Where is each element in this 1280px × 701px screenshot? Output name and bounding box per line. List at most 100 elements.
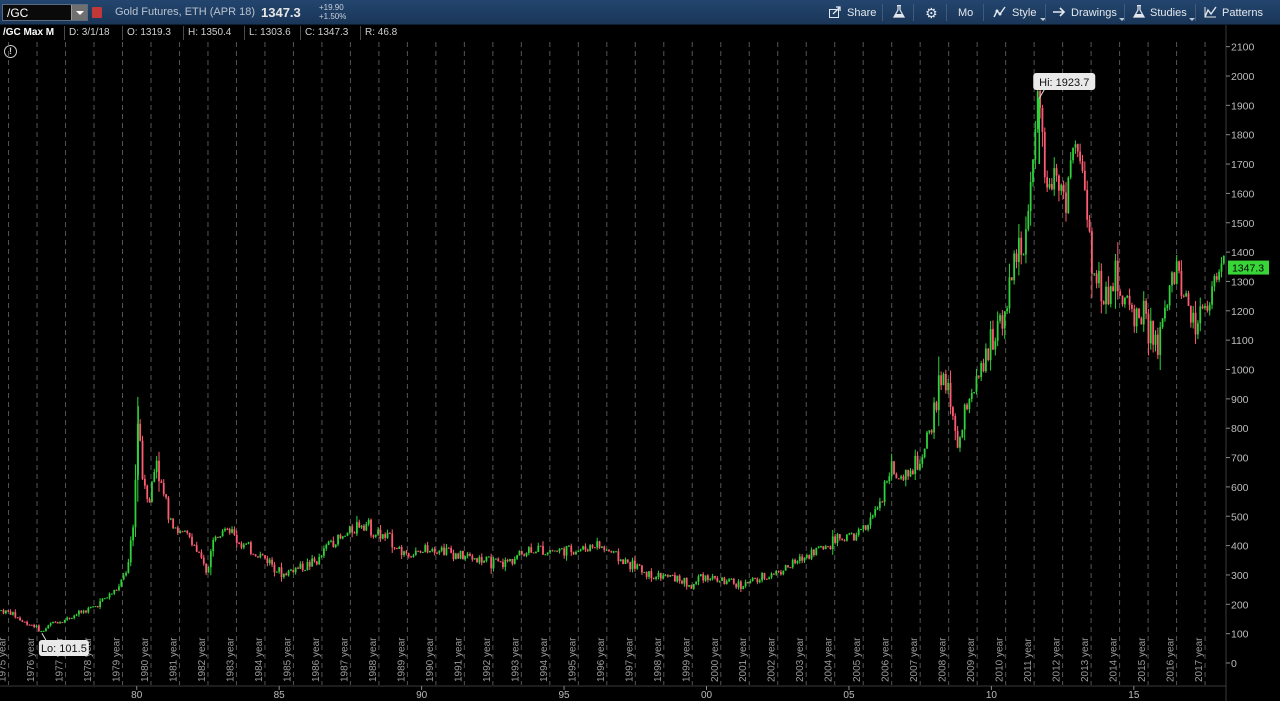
candle[interactable] [214,535,217,542]
candle[interactable] [332,536,335,548]
candle[interactable] [652,577,655,580]
candle[interactable] [80,609,83,614]
candle[interactable] [367,518,370,527]
candle[interactable] [504,557,507,572]
candle[interactable] [254,554,257,557]
candle[interactable] [732,577,735,585]
candle[interactable] [565,545,568,561]
candle[interactable] [426,541,429,554]
candle[interactable] [1206,300,1209,313]
candle[interactable] [1109,285,1112,308]
candle[interactable] [1079,143,1082,165]
candle[interactable] [271,557,273,568]
candle[interactable] [513,556,516,565]
candle[interactable] [42,630,45,632]
candle[interactable] [1043,127,1046,184]
candle[interactable] [1067,176,1070,214]
candle[interactable] [897,478,900,480]
candle[interactable] [37,624,40,632]
candle[interactable] [1131,302,1133,313]
candle[interactable] [857,527,860,537]
candle[interactable] [155,456,158,479]
candle[interactable] [709,577,712,582]
candle[interactable] [782,570,785,576]
candle[interactable] [584,543,587,552]
candle[interactable] [238,542,241,545]
candle[interactable] [864,525,867,531]
candle[interactable] [845,534,848,542]
candle[interactable] [735,583,738,590]
candle[interactable] [763,572,766,581]
candle[interactable] [388,532,391,535]
candle[interactable] [70,617,73,619]
candle[interactable] [970,388,973,403]
candle[interactable] [612,550,615,554]
candle[interactable] [874,506,877,518]
candle[interactable] [1081,154,1084,174]
candle[interactable] [113,589,116,596]
candle[interactable] [282,573,285,579]
candle[interactable] [999,313,1001,324]
candle[interactable] [400,545,403,559]
candle[interactable] [186,530,189,535]
candle[interactable] [848,532,851,536]
candle[interactable] [471,554,474,562]
candle[interactable] [520,550,523,555]
candle[interactable] [45,627,47,632]
candle[interactable] [106,597,109,599]
candle[interactable] [1020,231,1023,265]
candle[interactable] [122,572,125,581]
candle[interactable] [2,608,5,615]
candle[interactable] [664,574,667,577]
candle[interactable] [539,545,542,547]
candle[interactable] [754,577,756,580]
candle[interactable] [721,577,723,582]
candle[interactable] [207,566,210,573]
candle[interactable] [469,552,471,557]
candle[interactable] [1215,272,1218,283]
candle[interactable] [217,536,219,538]
candle[interactable] [739,580,742,592]
candle[interactable] [563,546,566,559]
candle[interactable] [294,567,297,575]
candle[interactable] [195,541,198,553]
candle[interactable] [1093,273,1096,277]
candle[interactable] [973,391,976,394]
candle[interactable] [1168,284,1171,310]
candle[interactable] [1022,253,1025,256]
candle[interactable] [257,556,259,558]
candle[interactable] [984,343,987,373]
candle[interactable] [205,563,208,576]
candle[interactable] [1034,120,1037,169]
candle[interactable] [822,546,825,551]
candle[interactable] [247,541,250,545]
candle[interactable] [464,555,467,561]
candle[interactable] [666,574,669,578]
candle[interactable] [542,541,544,555]
candle[interactable] [1076,143,1079,158]
candle[interactable] [947,378,950,395]
candle[interactable] [1126,294,1129,299]
candle[interactable] [129,536,132,567]
candle[interactable] [396,547,398,550]
candle[interactable] [699,574,702,577]
candle[interactable] [532,552,535,554]
candle[interactable] [212,537,215,557]
candle[interactable] [791,558,794,569]
candle[interactable] [374,534,377,539]
candle[interactable] [509,558,511,562]
candle[interactable] [916,451,919,471]
candle[interactable] [1197,320,1199,340]
candle[interactable] [19,616,21,621]
candle[interactable] [1069,152,1072,180]
candle[interactable] [949,370,952,415]
candle[interactable] [1178,260,1180,274]
candle[interactable] [466,551,469,559]
candle[interactable] [94,605,97,608]
candle[interactable] [386,529,389,539]
candle[interactable] [681,579,683,585]
candle[interactable] [591,544,594,549]
candle[interactable] [1204,303,1206,311]
candle[interactable] [707,574,709,583]
candle[interactable] [641,564,643,576]
